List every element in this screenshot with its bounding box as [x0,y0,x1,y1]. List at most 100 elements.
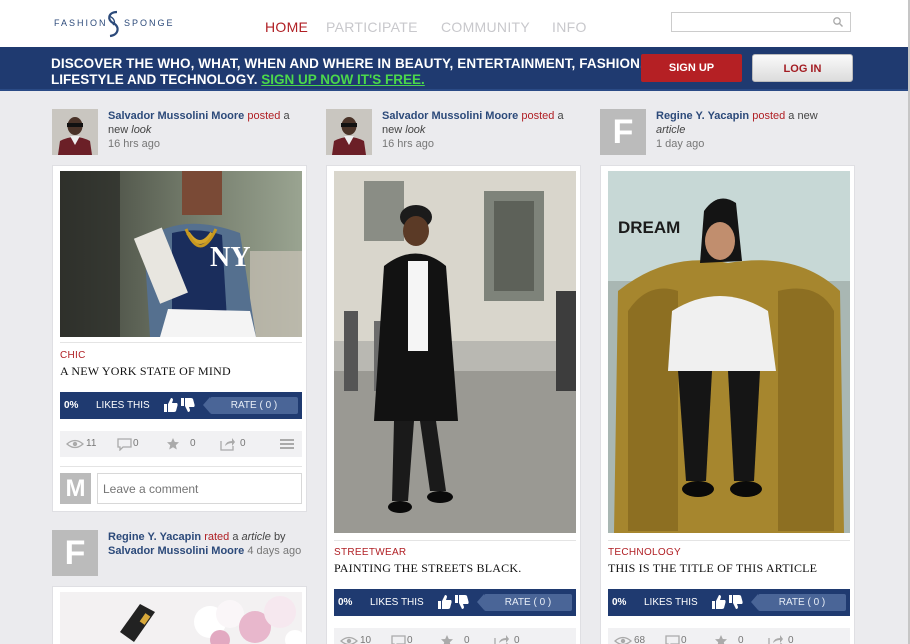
share-icon[interactable] [768,634,784,644]
like-bar: 0% LIKES THIS RATE ( 0 ) [608,589,850,616]
action-text: posted [752,110,786,122]
logo-word-right: SPONGE [124,18,175,28]
street-style-photo: NY [60,171,302,337]
thumbs-up-icon[interactable] [163,397,179,413]
menu-icon[interactable] [280,439,294,449]
comments-count: 0 [681,635,687,644]
post-meta: F Regine Y. Yacapin rated a article by S… [52,530,308,576]
object-link[interactable]: article [242,531,271,543]
post-title[interactable]: THIS IS THE TITLE OF THIS ARTICLE [608,561,817,576]
post-meta: F Regine Y. Yacapin posted a new article… [600,109,856,157]
comment-row: M [60,473,302,505]
avatar-photo [52,109,98,155]
comments-icon[interactable] [117,438,132,451]
author-link[interactable]: Salvador Mussolini Moore [108,545,244,557]
stats-bar: 10 0 0 0 [334,628,576,644]
post-meta: Salvador Mussolini Moore posted a new lo… [326,109,582,157]
login-button[interactable]: LOG IN [752,54,853,82]
rate-button[interactable]: RATE ( 0 ) [203,397,298,414]
nav-info[interactable]: INFO [552,19,587,35]
post-meta-text: Regine Y. Yacapin posted a new article 1… [656,109,856,151]
post-card: NY CHIC A NEW YORK STATE OF MIND 0% LIKE… [52,165,307,512]
post-image[interactable] [334,171,576,533]
views-count: 11 [86,438,97,449]
comments-icon[interactable] [665,635,680,644]
star-icon[interactable] [440,634,454,644]
avatar[interactable] [326,109,372,155]
divider [334,540,576,541]
rate-button[interactable]: RATE ( 0 ) [477,594,572,611]
category-label[interactable]: STREETWEAR [334,547,406,558]
like-percent: 0% [612,597,627,608]
thumbs-down-icon[interactable] [180,397,196,413]
rate-button[interactable]: RATE ( 0 ) [751,594,846,611]
thumbs-up-icon[interactable] [711,594,727,610]
nav-home[interactable]: HOME [265,19,308,35]
search-icon[interactable] [832,16,844,28]
timestamp: 16 hrs ago [108,138,160,150]
thumbs-down-icon[interactable] [728,594,744,610]
favorites-count: 0 [738,635,744,644]
timestamp: 1 day ago [656,138,705,150]
object-link[interactable]: look [405,124,425,136]
object-link[interactable]: look [131,124,151,136]
shares-count: 0 [240,438,246,449]
timestamp: 16 hrs ago [382,138,434,150]
signup-button[interactable]: SIGN UP [641,54,742,82]
post-title[interactable]: A NEW YORK STATE OF MIND [60,364,231,379]
post-image[interactable] [60,592,302,644]
favorites-count: 0 [464,635,470,644]
comments-count: 0 [407,635,413,644]
search-input[interactable] [672,14,832,32]
likes-this-label: LIKES THIS [96,400,150,411]
category-label[interactable]: CHIC [60,350,86,361]
top-header: FASHION SPONGE HOME PARTICIPATE COMMUNIT… [0,0,910,47]
star-icon[interactable] [714,634,728,644]
author-link[interactable]: Salvador Mussolini Moore [108,110,244,122]
post-image[interactable]: NY [60,171,302,337]
post-title[interactable]: PAINTING THE STREETS BLACK. [334,561,521,576]
author-link[interactable]: Regine Y. Yacapin [108,531,201,543]
avatar[interactable] [52,109,98,155]
action-text: posted [521,110,555,122]
views-count: 10 [360,635,372,644]
post-image[interactable]: DREAM [608,171,850,533]
banner-subline: LIFESTYLE AND TECHNOLOGY. SIGN UP NOW IT… [51,72,425,87]
category-label[interactable]: TECHNOLOGY [608,547,681,558]
share-icon[interactable] [494,634,510,644]
share-icon[interactable] [220,437,236,451]
action-text: rated [204,531,230,543]
views-icon [614,636,632,644]
nav-participate[interactable]: PARTICIPATE [326,19,418,35]
object-link[interactable]: article [656,124,685,136]
streetwear-photo [334,171,576,533]
likes-this-label: LIKES THIS [644,597,698,608]
nav-community[interactable]: COMMUNITY [441,19,530,35]
post-card [52,586,307,644]
author-link[interactable]: Regine Y. Yacapin [656,110,749,122]
post-card: STREETWEAR PAINTING THE STREETS BLACK. 0… [326,165,581,644]
divider [60,466,302,467]
comments-icon[interactable] [391,635,406,644]
action-prefix: a [232,531,239,543]
shares-count: 0 [788,635,794,644]
logo-word-left: FASHION [54,18,108,28]
like-bar: 0% LIKES THIS RATE ( 0 ) [334,589,576,616]
author-link[interactable]: Salvador Mussolini Moore [382,110,518,122]
star-icon[interactable] [166,437,180,451]
signup-link[interactable]: SIGN UP NOW IT'S FREE. [261,72,424,87]
avatar[interactable]: F [600,109,646,155]
post-meta: Salvador Mussolini Moore posted a new lo… [52,109,308,157]
fashion-sponge-logo[interactable]: FASHION SPONGE [54,9,174,39]
thumbs-up-icon[interactable] [437,594,453,610]
post-meta-text: Salvador Mussolini Moore posted a new lo… [382,109,582,151]
comment-input[interactable] [97,473,302,504]
svg-text:NY: NY [210,242,250,273]
like-bar: 0% LIKES THIS RATE ( 0 ) [60,392,302,419]
favorites-count: 0 [190,438,196,449]
thumbs-down-icon[interactable] [454,594,470,610]
stats-bar: 11 0 0 0 [60,431,302,457]
avatar[interactable]: F [52,530,98,576]
like-percent: 0% [338,597,353,608]
views-count: 68 [634,635,646,644]
